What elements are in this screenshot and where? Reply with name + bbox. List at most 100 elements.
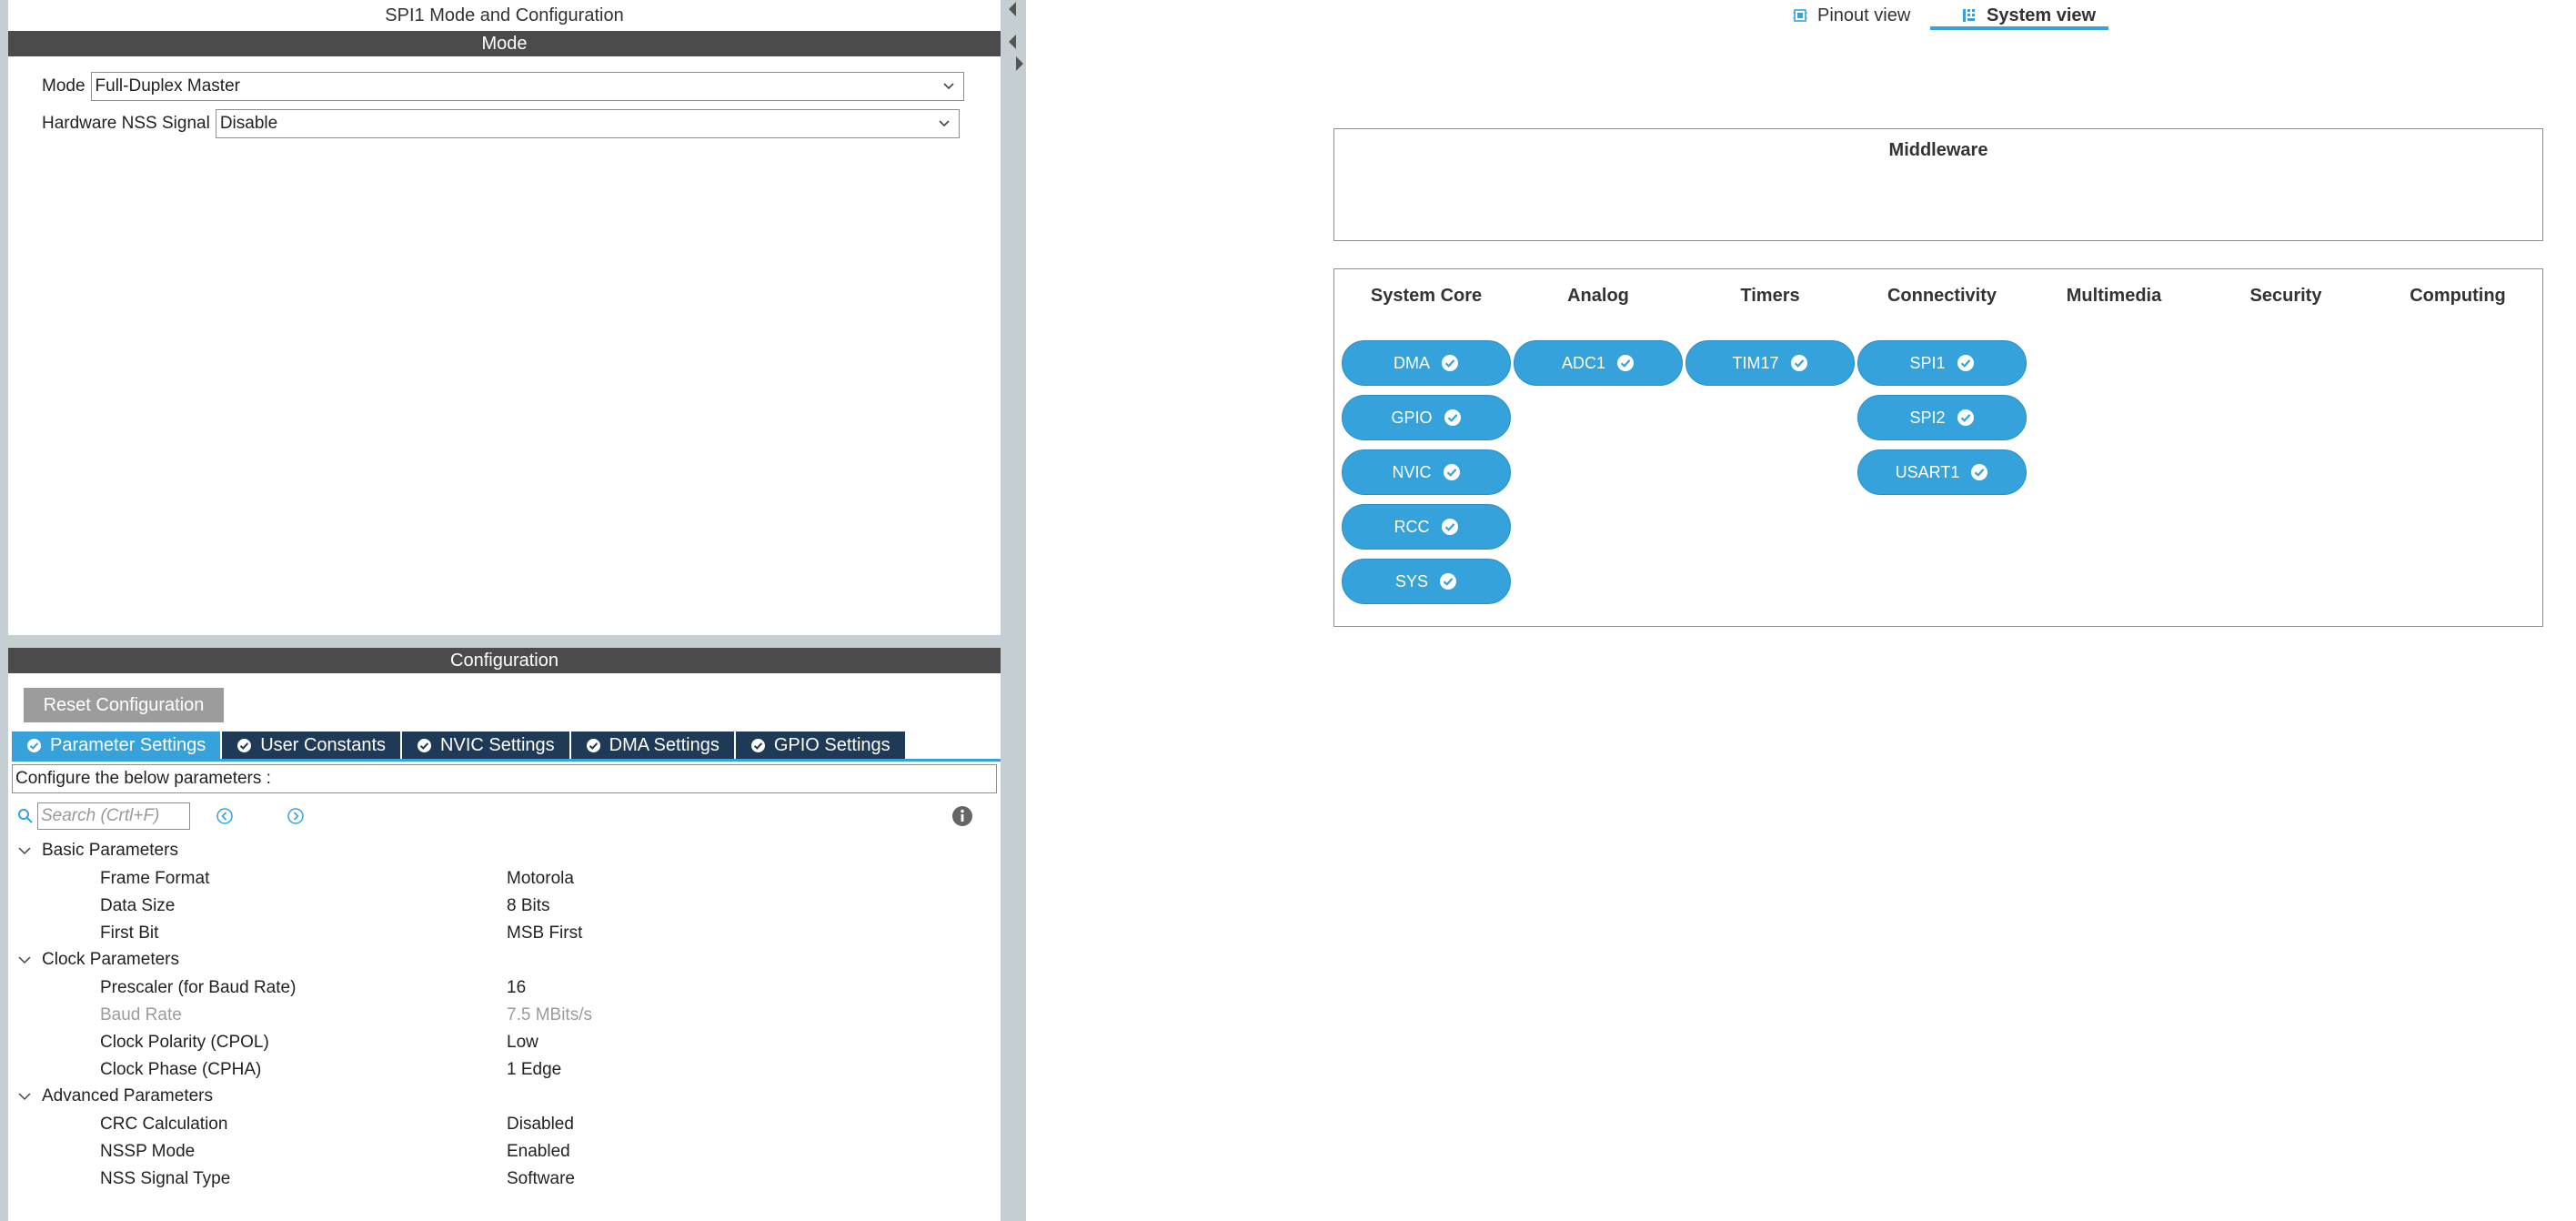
nss-select[interactable]: Disable	[215, 109, 960, 138]
parameter-name: Baud Rate	[100, 1005, 182, 1024]
peripheral-button-spi2[interactable]: SPI2	[1857, 395, 2027, 440]
parameter-row[interactable]: Clock Polarity (CPOL) Low	[8, 1028, 1001, 1055]
panel-title: SPI1 Mode and Configuration	[385, 5, 624, 25]
system-view-underline	[1930, 26, 2108, 30]
parameter-value: MSB First	[507, 923, 583, 943]
tab-label: Parameter Settings	[50, 734, 206, 755]
parameter-group[interactable]: Basic Parameters	[8, 837, 1001, 864]
search-row	[17, 802, 305, 830]
tab-label: NVIC Settings	[440, 734, 555, 755]
peripheral-button-spi1[interactable]: SPI1	[1857, 340, 2027, 386]
parameter-name: Data Size	[100, 896, 176, 915]
check-circle-icon	[1444, 409, 1461, 426]
categories-box: System Core DMA GPIO NVIC RCC SYS Analog ADC1 Ti…	[1333, 268, 2543, 627]
search-previous-icon[interactable]	[216, 807, 234, 825]
parameter-name: Prescaler (for Baud Rate)	[100, 978, 297, 997]
search-icon	[18, 809, 33, 823]
parameter-name: CRC Calculation	[100, 1115, 228, 1134]
peripheral-button-nvic[interactable]: NVIC	[1342, 449, 1511, 495]
check-circle-icon	[586, 738, 600, 752]
parameter-tree: Basic Parameters Frame Format Motorola Data…	[8, 837, 1001, 1192]
parameter-value: 7.5 MBits/s	[507, 1005, 592, 1024]
grid-icon	[1963, 9, 1975, 22]
peripheral-label: RCC	[1394, 517, 1430, 536]
view-tabs: Pinout view System view	[1026, 0, 2576, 33]
parameter-value: Enabled	[507, 1142, 570, 1161]
peripheral-button-rcc[interactable]: RCC	[1342, 504, 1511, 550]
parameter-row[interactable]: Frame Format Motorola	[8, 864, 1001, 892]
tab-nvic-settings[interactable]: NVIC Settings	[402, 732, 569, 759]
parameter-group[interactable]: Advanced Parameters	[8, 1083, 1001, 1110]
check-circle-icon	[27, 738, 41, 752]
chevron-down-icon	[18, 847, 31, 855]
parameter-group[interactable]: Clock Parameters	[8, 946, 1001, 974]
tab-underline	[12, 759, 1001, 762]
parameter-row[interactable]: CRC Calculation Disabled	[8, 1110, 1001, 1137]
category-header: Security	[2249, 286, 2322, 306]
peripheral-label: GPIO	[1391, 408, 1433, 427]
reset-configuration-button[interactable]: Reset Configuration	[24, 688, 224, 722]
parameter-value: Software	[507, 1169, 575, 1188]
mode-section-header: Mode	[8, 31, 1001, 56]
tab-gpio-settings[interactable]: GPIO Settings	[735, 732, 905, 759]
check-circle-icon	[1443, 464, 1460, 480]
search-input[interactable]	[37, 802, 190, 830]
check-circle-icon	[1442, 355, 1458, 371]
mode-select[interactable]: Full-Duplex Master	[90, 72, 964, 101]
parameter-row[interactable]: NSS Signal Type Software	[8, 1165, 1001, 1192]
peripheral-label: SPI2	[1909, 408, 1946, 427]
left-panel: SPI1 Mode and Configuration Mode Mode Fu…	[0, 0, 1026, 1221]
tab-user-constants[interactable]: User Constants	[222, 732, 401, 759]
tab-parameter-settings[interactable]: Parameter Settings	[12, 732, 221, 759]
parameter-row[interactable]: Prescaler (for Baud Rate) 16	[8, 974, 1001, 1001]
chevron-down-icon	[18, 956, 31, 964]
tab-system-view-label: System view	[1987, 5, 2097, 25]
parameter-value: Low	[507, 1033, 538, 1052]
collapse-arrows-icon[interactable]	[1005, 0, 1025, 82]
peripheral-button-adc1[interactable]: ADC1	[1514, 340, 1683, 386]
parameter-name: Clock Phase (CPHA)	[100, 1060, 262, 1079]
parameter-name: NSS Signal Type	[100, 1169, 231, 1188]
peripheral-label: ADC1	[1561, 353, 1605, 372]
peripheral-button-gpio[interactable]: GPIO	[1342, 395, 1511, 440]
peripheral-button-dma[interactable]: DMA	[1342, 340, 1511, 386]
peripheral-button-sys[interactable]: SYS	[1342, 559, 1511, 604]
parameter-row[interactable]: Clock Phase (CPHA) 1 Edge	[8, 1055, 1001, 1083]
mode-select-value: Full-Duplex Master	[95, 76, 240, 96]
category-header: Timers	[1740, 286, 1800, 306]
tab-label: DMA Settings	[609, 734, 719, 755]
parameter-row[interactable]: Data Size 8 Bits	[8, 892, 1001, 919]
parameter-name: First Bit	[100, 923, 159, 943]
tab-pinout-view[interactable]: Pinout view	[1792, 0, 1910, 31]
peripheral-label: SYS	[1394, 571, 1429, 590]
chevron-down-icon	[939, 120, 950, 127]
mode-label: Mode	[42, 76, 86, 96]
tab-dma-settings[interactable]: DMA Settings	[570, 732, 734, 759]
peripheral-label: DMA	[1394, 353, 1430, 372]
tab-label: User Constants	[260, 734, 387, 755]
search-next-icon[interactable]	[287, 807, 305, 825]
chevron-down-icon	[18, 1093, 31, 1101]
check-circle-icon	[1957, 409, 1974, 426]
info-icon[interactable]	[951, 805, 973, 827]
category-header: Computing	[2410, 286, 2506, 306]
nss-row: Hardware NSS Signal Disable	[42, 109, 960, 138]
parameter-row[interactable]: First Bit MSB First	[8, 919, 1001, 946]
category-header: Multimedia	[2066, 286, 2162, 306]
check-circle-icon	[1957, 355, 1974, 371]
peripheral-label: USART1	[1895, 462, 1960, 481]
peripheral-button-usart1[interactable]: USART1	[1857, 449, 2027, 495]
peripheral-label: SPI1	[1909, 353, 1946, 372]
parameter-value: Motorola	[507, 869, 574, 888]
check-circle-icon	[750, 738, 765, 752]
parameter-value: Disabled	[507, 1115, 574, 1134]
tab-pinout-view-label: Pinout view	[1817, 5, 1911, 25]
middleware-box: Middleware	[1333, 128, 2543, 241]
check-circle-icon	[237, 738, 252, 752]
tab-label: GPIO Settings	[773, 734, 891, 755]
peripheral-button-tim17[interactable]: TIM17	[1685, 340, 1855, 386]
parameter-row[interactable]: NSSP Mode Enabled	[8, 1137, 1001, 1165]
parameter-value: 8 Bits	[507, 896, 550, 915]
check-circle-icon	[1790, 355, 1807, 371]
category-header: Connectivity	[1887, 286, 1997, 306]
